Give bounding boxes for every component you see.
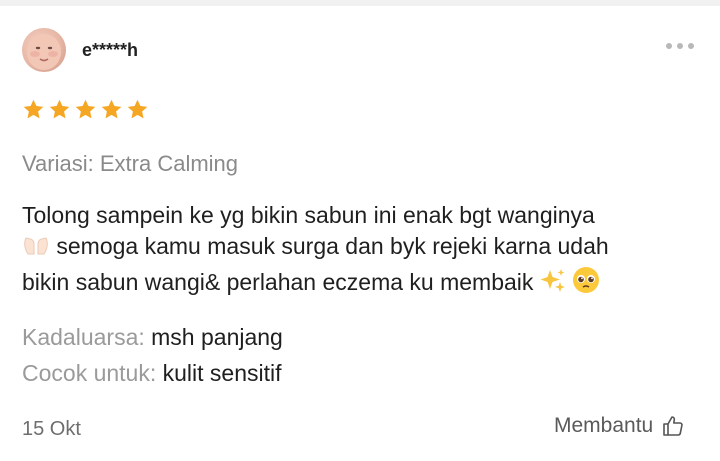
- suitable-value: kulit sensitif: [162, 360, 282, 386]
- star-icon: [49, 99, 70, 119]
- variant-label: Variasi:: [22, 151, 94, 176]
- helpful-button[interactable]: Membantu: [554, 414, 685, 438]
- thumbs-up-icon: [663, 416, 683, 436]
- expiry-line: Kadaluarsa: msh panjang: [22, 324, 283, 351]
- review-card: e*****h Variasi: Extra Calming Tolong sa…: [0, 6, 720, 461]
- more-options-button[interactable]: [666, 39, 700, 53]
- expiry-label: Kadaluarsa:: [22, 324, 145, 350]
- rating-stars: [22, 98, 149, 121]
- star-icon: [23, 99, 44, 119]
- baby-avatar-icon: [27, 34, 61, 70]
- star-icon: [127, 99, 148, 119]
- review-date: 15 Okt: [22, 418, 81, 440]
- suitable-label: Cocok untuk:: [22, 360, 157, 386]
- star-icon: [101, 99, 122, 119]
- suitable-line: Cocok untuk: kulit sensitif: [22, 360, 282, 387]
- pleading-face-emoji-icon: [572, 266, 600, 302]
- helpful-label: Membantu: [554, 414, 654, 437]
- review-line-3: bikin sabun wangi& perlahan eczema ku me…: [22, 269, 534, 295]
- variant-value: Extra Calming: [99, 151, 239, 176]
- variant-line: Variasi: Extra Calming: [22, 151, 238, 177]
- reviewer-username: e*****h: [82, 40, 139, 60]
- review-text: Tolong sampein ke yg bikin sabun ini ena…: [22, 200, 712, 302]
- more-dots-icon: [666, 43, 672, 49]
- review-line-1: Tolong sampein ke yg bikin sabun ini ena…: [22, 202, 595, 228]
- open-hands-emoji-icon: [22, 234, 50, 266]
- user-avatar[interactable]: [22, 28, 66, 72]
- review-line-2: semoga kamu masuk surga dan byk rejeki k…: [56, 233, 609, 259]
- sparkles-emoji-icon: [540, 268, 566, 302]
- expiry-value: msh panjang: [151, 324, 283, 350]
- star-icon: [75, 99, 96, 119]
